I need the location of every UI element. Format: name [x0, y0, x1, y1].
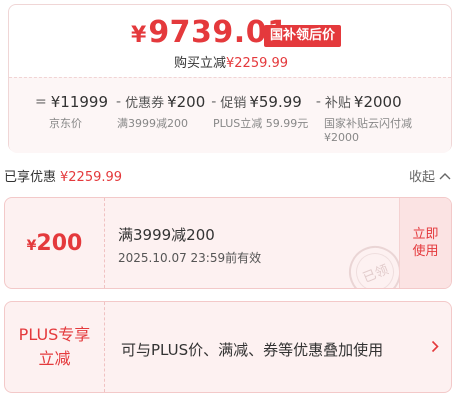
- coupon-amount-value: 200: [36, 230, 83, 256]
- use-now-button[interactable]: 立即 使用: [399, 198, 451, 288]
- promo-value: ¥59.99: [249, 92, 302, 111]
- discount-summary: 已享优惠 ¥2259.99: [4, 166, 122, 185]
- coupon-title: 满3999减200: [118, 226, 215, 244]
- gov-subsidy-badge: 国补领后价: [264, 25, 342, 47]
- base-price-label: 京东价: [49, 117, 82, 130]
- buy-discount-line: 购买立减¥2259.99: [174, 52, 288, 71]
- subsidy-label: 国家补贴云闪付减 ¥2000: [324, 117, 412, 145]
- coupon-term: 优惠券: [125, 96, 165, 111]
- price-card: ¥ 9739.01 国补领后价 购买立减¥2259.99 = ¥11999 - …: [8, 4, 452, 153]
- coupon-expiry: 2025.10.07 23:59前有效: [118, 251, 262, 265]
- coupon-card: ¥ 200 满3999减200 2025.10.07 23:59前有效 已领 立…: [4, 197, 452, 289]
- plus-label-line1: PLUS专享: [18, 325, 91, 344]
- promo-term: 促销: [220, 96, 247, 111]
- coupon-label: 满3999减200: [117, 117, 188, 130]
- minus-sign: -: [211, 93, 217, 110]
- chevron-up-icon: [439, 172, 451, 179]
- base-price: ¥11999: [50, 92, 108, 111]
- use-now-line1: 立即: [412, 227, 439, 242]
- coupon-value: ¥200: [167, 92, 206, 111]
- collapse-button[interactable]: 收起: [409, 166, 451, 185]
- price-header: ¥ 9739.01 国补领后价 购买立减¥2259.99: [9, 5, 451, 77]
- equals-sign: =: [35, 93, 47, 110]
- promo-label: PLUS立减 59.99元: [213, 117, 309, 130]
- price-breakdown: = ¥11999 - 优惠券 ¥200 - 促销 ¥59.99 - 补贴 ¥20…: [9, 77, 451, 153]
- subsidy-label-line2: ¥2000: [324, 131, 359, 144]
- chevron-right-icon: [431, 340, 439, 353]
- minus-sign: -: [116, 93, 122, 110]
- use-now-line2: 使用: [412, 244, 439, 259]
- minus-sign: -: [315, 93, 321, 110]
- coupon-details: 满3999减200 2025.10.07 23:59前有效: [118, 224, 261, 266]
- buy-discount-amount: ¥2259.99: [226, 56, 289, 71]
- discount-summary-amount: ¥2259.99: [60, 170, 123, 185]
- coupon-amount: ¥ 200: [5, 198, 105, 288]
- collapse-label: 收起: [408, 170, 435, 185]
- plus-label-text: PLUS专享 立减: [19, 323, 91, 371]
- plus-label-line2: 立减: [38, 349, 71, 368]
- price-formula: = ¥11999 - 优惠券 ¥200 - 促销 ¥59.99 - 补贴 ¥20…: [31, 92, 402, 112]
- plus-description: 可与PLUS价、满减、券等优惠叠加使用: [121, 341, 384, 359]
- buy-discount-label: 购买立减: [174, 56, 227, 71]
- plus-discount-card[interactable]: PLUS专享 立减 可与PLUS价、满减、券等优惠叠加使用: [4, 301, 452, 393]
- coupon-currency: ¥: [26, 238, 37, 254]
- use-now-label: 立即 使用: [412, 226, 438, 260]
- subsidy-value: ¥2000: [353, 92, 402, 111]
- subsidy-term: 补贴: [324, 96, 351, 111]
- plus-label: PLUS专享 立减: [5, 302, 105, 392]
- currency-symbol: ¥: [131, 23, 147, 48]
- discount-summary-label: 已享优惠: [4, 170, 57, 185]
- subsidy-label-line1: 国家补贴云闪付减: [324, 117, 412, 130]
